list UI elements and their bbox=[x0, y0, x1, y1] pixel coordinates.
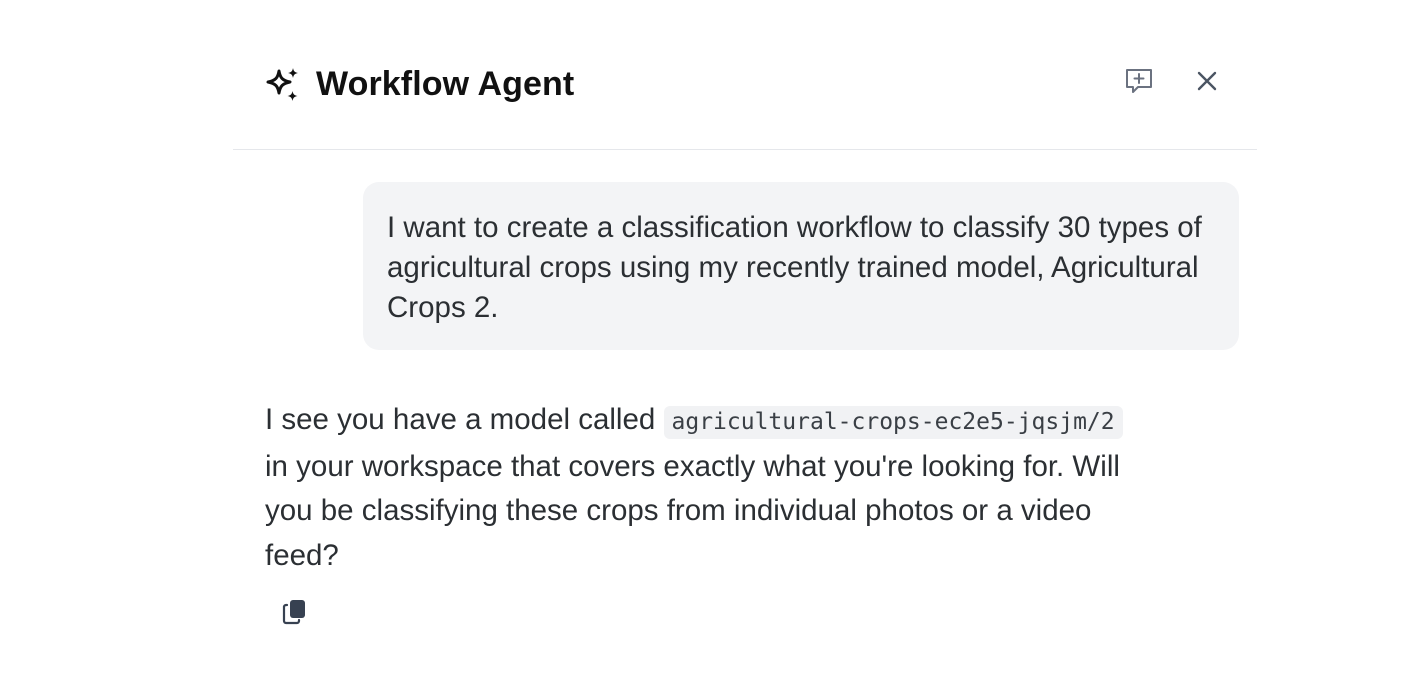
close-icon bbox=[1194, 68, 1220, 99]
agent-message-text-before: I see you have a model called bbox=[265, 403, 664, 436]
panel-title: Workflow Agent bbox=[316, 64, 575, 103]
workflow-agent-panel: Workflow Agent I want to create a classi… bbox=[233, 0, 1257, 686]
copy-icon bbox=[280, 597, 310, 632]
agent-message: I see you have a model called agricultur… bbox=[265, 398, 1145, 578]
copy-message-button[interactable] bbox=[275, 594, 315, 634]
model-id-code: agricultural-crops-ec2e5-jqsjm/2 bbox=[663, 406, 1123, 439]
new-chat-icon bbox=[1123, 65, 1155, 102]
title-group: Workflow Agent bbox=[264, 62, 574, 106]
new-chat-button[interactable] bbox=[1120, 64, 1158, 102]
sparkle-icon bbox=[264, 65, 302, 103]
panel-header: Workflow Agent bbox=[233, 0, 1257, 150]
user-message-text: I want to create a classification workfl… bbox=[387, 211, 1202, 324]
close-button[interactable] bbox=[1188, 64, 1226, 102]
agent-message-text-after: in your workspace that covers exactly wh… bbox=[265, 449, 1120, 572]
user-message-bubble: I want to create a classification workfl… bbox=[363, 182, 1239, 350]
